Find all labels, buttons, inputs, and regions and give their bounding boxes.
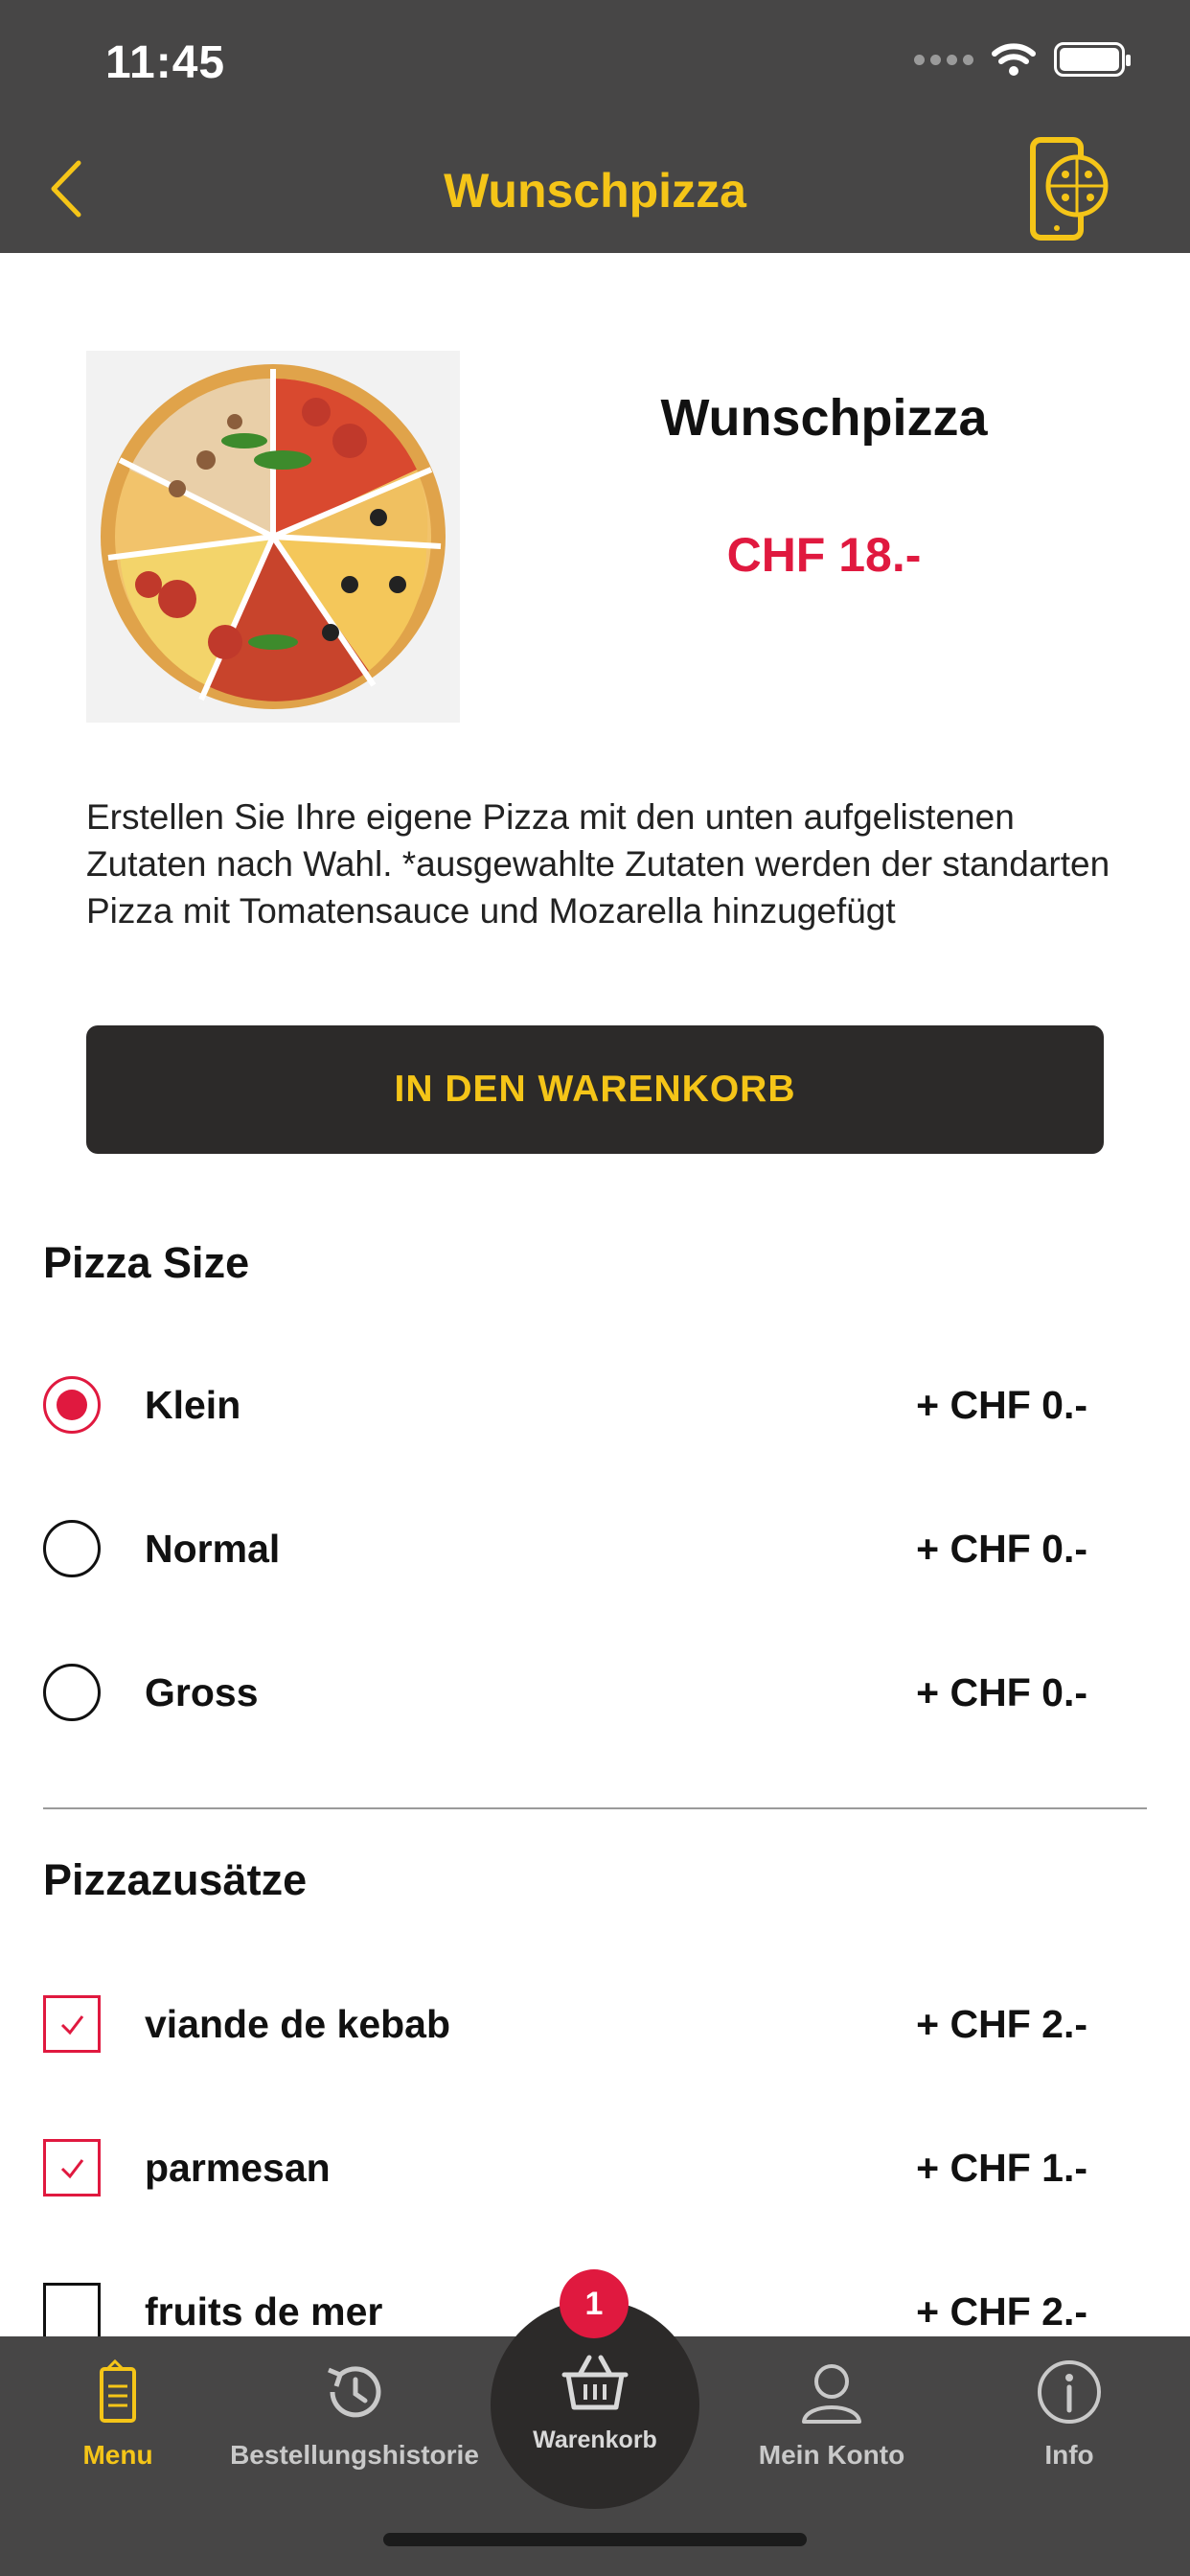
section-divider <box>43 1807 1147 1809</box>
add-to-cart-button[interactable]: IN DEN WARENKORB <box>86 1025 1104 1154</box>
tab-label: Mein Konto <box>758 2440 905 2470</box>
radio-button[interactable] <box>43 1376 101 1434</box>
home-indicator[interactable] <box>383 2533 807 2546</box>
option-label: parmesan <box>145 2145 331 2190</box>
tab-info[interactable]: Info <box>954 2354 1184 2488</box>
size-option-klein[interactable]: Klein + CHF 0.- <box>43 1367 1087 1443</box>
checkbox[interactable] <box>43 2283 101 2340</box>
checkmark-icon <box>60 2159 84 2179</box>
user-icon <box>793 2354 870 2430</box>
tab-bestellungshistorie[interactable]: Bestellungshistorie <box>230 2354 479 2488</box>
extras-title: Pizzazusätze <box>43 1855 308 1904</box>
tab-label: Menu <box>82 2440 153 2470</box>
cellular-signal-icon <box>914 54 973 65</box>
menu-card-icon <box>80 2354 156 2430</box>
option-price: + CHF 0.- <box>916 1526 1087 1571</box>
basket-icon <box>557 2344 633 2421</box>
extra-option-viande-de-kebab[interactable]: viande de kebab + CHF 2.- <box>43 1986 1087 2062</box>
tab-label: Warenkorb <box>533 2426 657 2453</box>
tab-label: Info <box>1044 2440 1094 2470</box>
pizza-phone-icon[interactable] <box>1025 136 1111 243</box>
option-price: + CHF 2.- <box>916 2001 1087 2046</box>
tab-mein-konto[interactable]: Mein Konto <box>717 2354 947 2488</box>
status-time: 11:45 <box>105 37 226 88</box>
pizza-image <box>86 351 460 723</box>
checkmark-icon <box>60 2015 84 2036</box>
product-description: Erstellen Sie Ihre eigene Pizza mit den … <box>86 797 1110 931</box>
pizza-illustration <box>101 364 446 709</box>
option-label: Gross <box>145 1669 259 1714</box>
battery-icon <box>1054 42 1131 77</box>
checkbox[interactable] <box>43 2139 101 2196</box>
status-indicators <box>914 42 1131 77</box>
option-price: + CHF 1.- <box>916 2145 1087 2190</box>
top-bar: 11:45 Wunschpizza <box>0 0 1190 253</box>
option-label: fruits de mer <box>145 2288 383 2334</box>
tab-menu[interactable]: Menu <box>3 2354 233 2488</box>
size-option-normal[interactable]: Normal + CHF 0.- <box>43 1510 1087 1587</box>
pizza-size-title: Pizza Size <box>43 1238 250 1287</box>
option-label: Normal <box>145 1526 281 1571</box>
product-name: Wunschpizza <box>660 389 988 447</box>
wifi-icon <box>992 43 1036 76</box>
extra-option-parmesan[interactable]: parmesan + CHF 1.- <box>43 2129 1087 2206</box>
size-option-gross[interactable]: Gross + CHF 0.- <box>43 1654 1087 1731</box>
option-price: + CHF 2.- <box>916 2288 1087 2334</box>
cart-count-badge: 1 <box>560 2269 629 2338</box>
history-icon <box>316 2354 393 2430</box>
radio-button[interactable] <box>43 1520 101 1577</box>
option-label: viande de kebab <box>145 2001 451 2046</box>
option-price: + CHF 0.- <box>916 1669 1087 1714</box>
tab-label: Bestellungshistorie <box>230 2440 479 2470</box>
option-label: Klein <box>145 1382 241 1427</box>
product-price: CHF 18.- <box>726 528 922 582</box>
radio-button[interactable] <box>43 1664 101 1721</box>
option-price: + CHF 0.- <box>916 1382 1087 1427</box>
checkbox[interactable] <box>43 1995 101 2053</box>
info-icon <box>1031 2354 1108 2430</box>
page-title: Wunschpizza <box>444 164 746 218</box>
